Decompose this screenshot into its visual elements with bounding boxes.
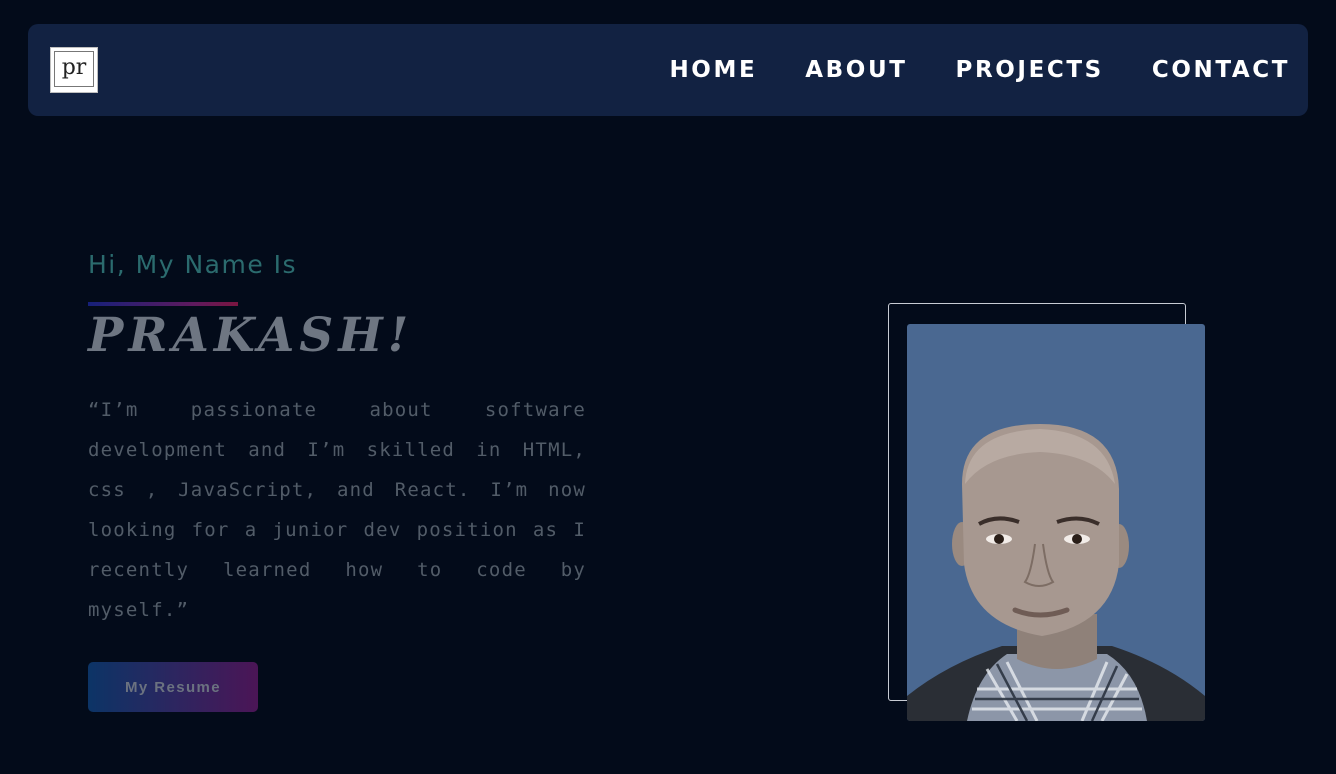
hero-name: PRAKASH!	[88, 308, 414, 363]
logo[interactable]: pr	[50, 47, 98, 93]
profile-photo	[907, 324, 1205, 721]
page: pr HOME ABOUT PROJECTS CONTACT Hi, My Na…	[0, 0, 1336, 774]
bio-paragraph: “I’m passionate about software developme…	[88, 399, 586, 621]
nav-link-home[interactable]: HOME	[669, 57, 757, 83]
navbar: pr HOME ABOUT PROJECTS CONTACT	[28, 24, 1308, 116]
portrait-illustration	[907, 424, 1205, 721]
resume-button[interactable]: My Resume	[88, 662, 258, 712]
nav-link-about[interactable]: ABOUT	[805, 57, 907, 83]
greeting-text: Hi, My Name Is	[88, 250, 298, 279]
title-underline	[88, 302, 238, 306]
nav-links: HOME ABOUT PROJECTS CONTACT	[669, 24, 1290, 116]
nav-link-projects[interactable]: PROJECTS	[956, 57, 1104, 83]
nav-link-contact[interactable]: CONTACT	[1152, 57, 1290, 83]
logo-text: pr	[54, 51, 94, 87]
